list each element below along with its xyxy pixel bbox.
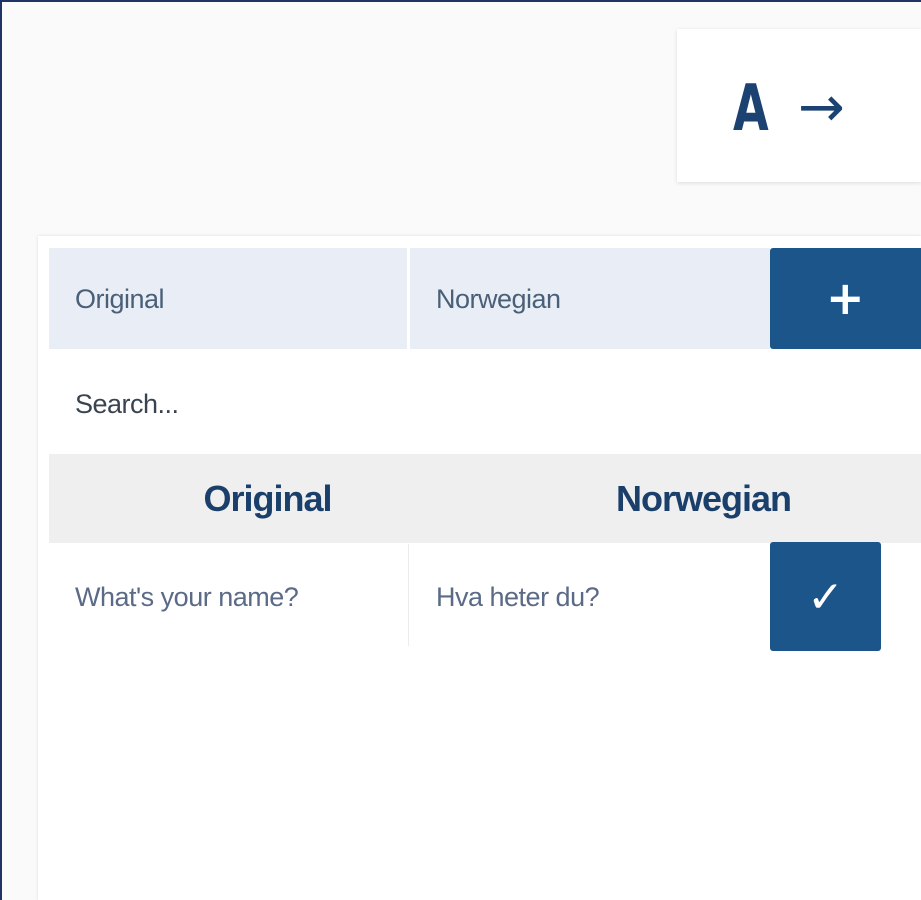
- row-translation-text: Hva heter du?: [436, 582, 600, 612]
- search-input[interactable]: Search...: [75, 384, 179, 424]
- norwegian-input[interactable]: Norwegian: [410, 248, 770, 349]
- plus-icon: +: [826, 271, 865, 325]
- confirm-button[interactable]: ✓: [770, 542, 881, 651]
- row-original-text: What's your name?: [75, 582, 299, 612]
- column-divider: [408, 544, 409, 646]
- add-button[interactable]: +: [770, 248, 921, 349]
- column-header-original: Original: [203, 478, 332, 519]
- original-input[interactable]: Original: [49, 248, 407, 349]
- logo-letter: A: [733, 72, 769, 146]
- checkmark-icon: ✓: [807, 572, 844, 623]
- column-header-norwegian: Norwegian: [615, 478, 792, 519]
- logo-arrow-icon: →: [798, 75, 845, 140]
